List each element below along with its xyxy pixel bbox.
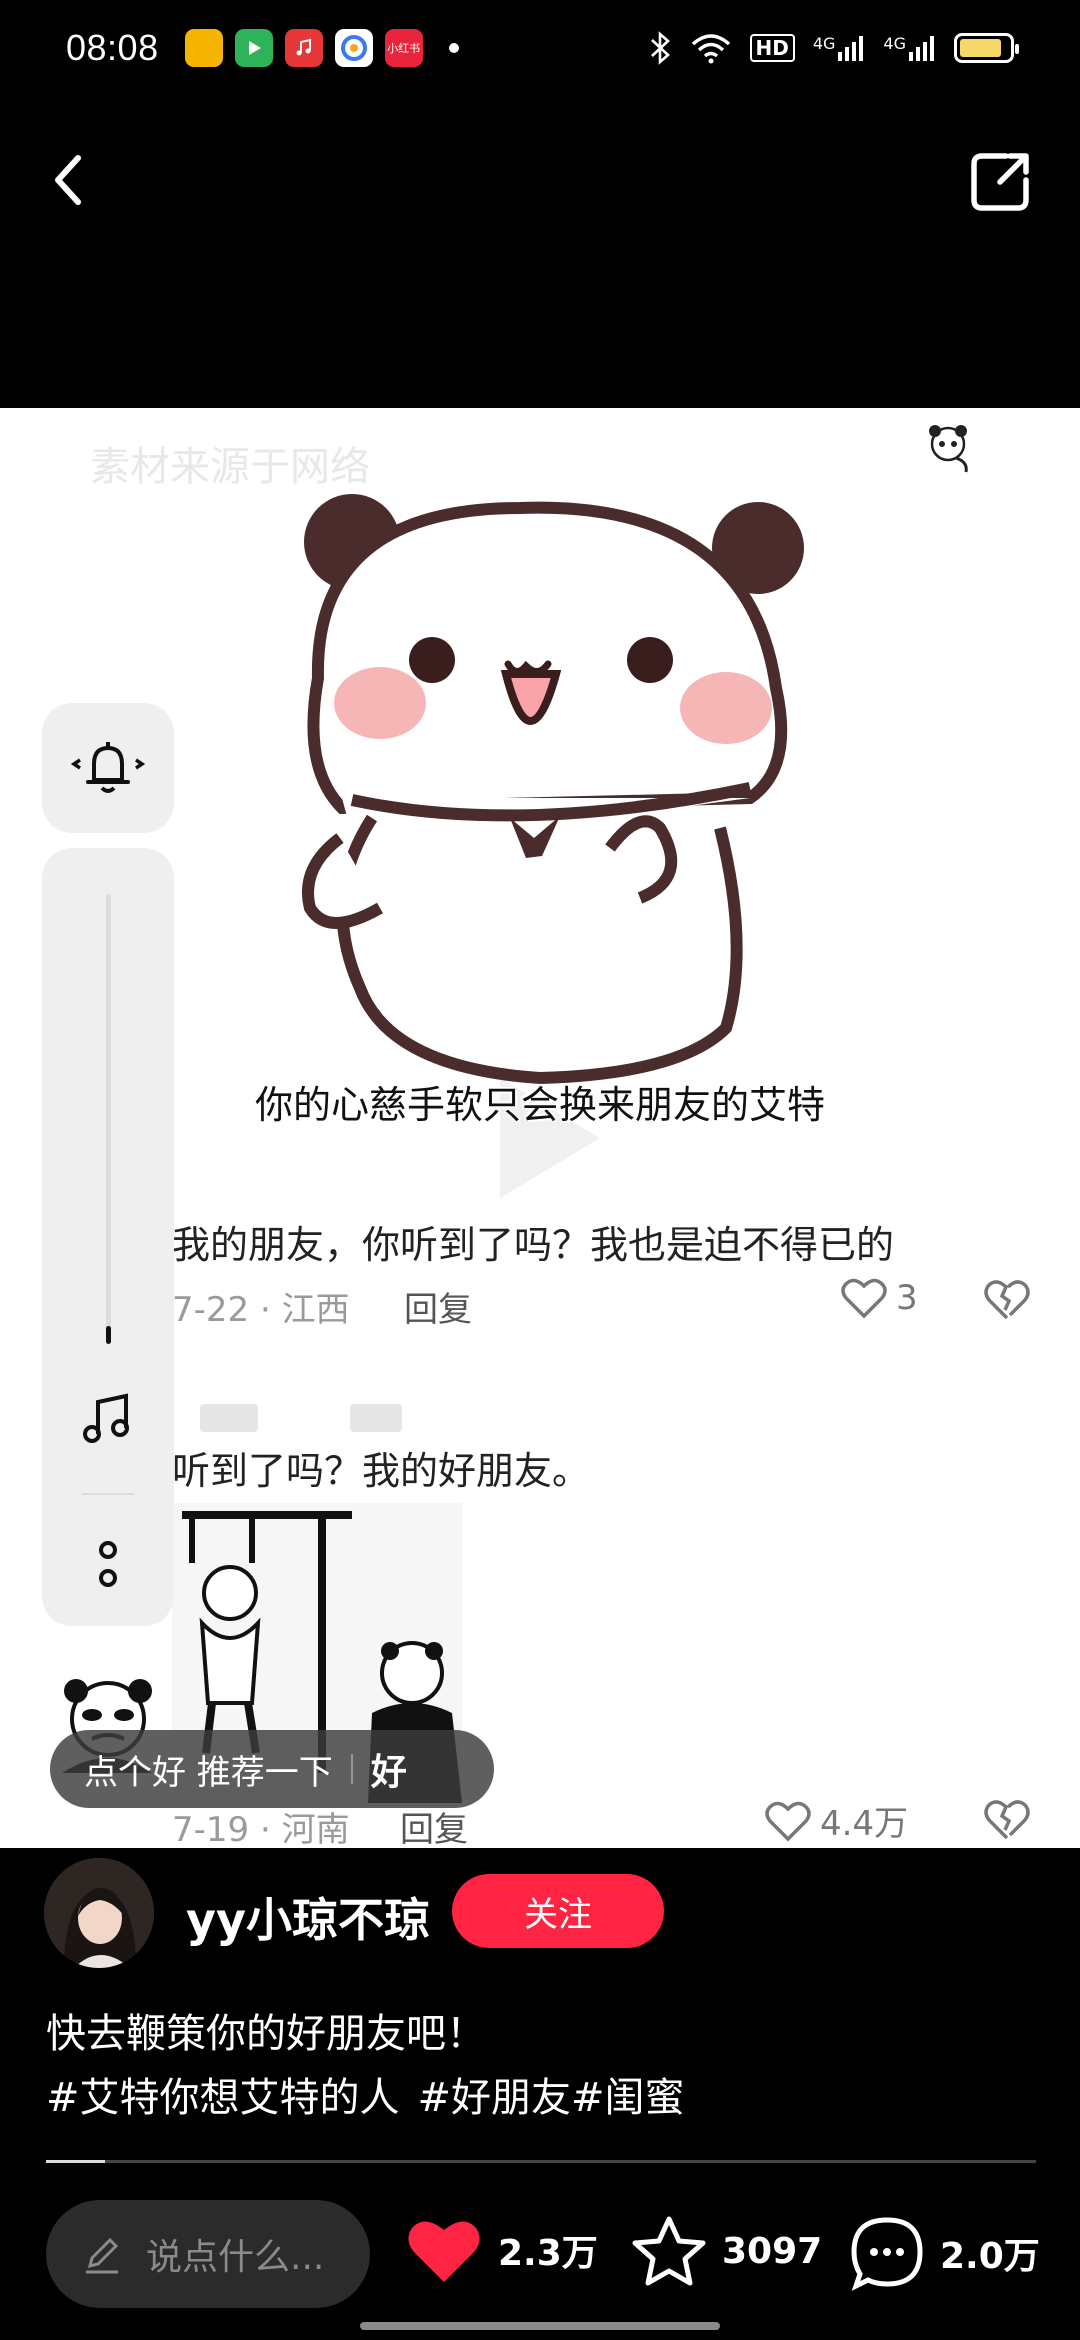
comment-1-meta: 7-22 · 江西	[172, 1290, 350, 1330]
bell-icon	[70, 742, 146, 793]
home-indicator[interactable]	[360, 2322, 720, 2330]
back-arrow-icon[interactable]	[40, 140, 110, 220]
status-indicators: HD 4G 4G	[648, 31, 1019, 65]
comment-bubble-icon	[851, 2217, 923, 2291]
bottom-action-bar: 说点什么... 2.3万 3097 2.0万	[0, 2196, 1080, 2308]
comment-2-text: 听到了吗？我的好朋友。	[172, 1449, 591, 1493]
share-icon[interactable]	[960, 142, 1040, 222]
status-time: 08:08	[66, 27, 159, 68]
status-app-icons: 小红书	[184, 29, 423, 67]
heart-filled-icon	[408, 2221, 480, 2282]
like-button[interactable]: 2.3万	[404, 2214, 598, 2286]
signal-2-icon: 4G	[883, 34, 936, 62]
volume-slider[interactable]	[106, 894, 111, 1344]
xiaohongshu-app-icon: 小红书	[384, 29, 423, 67]
alarm-button[interactable]	[42, 703, 174, 833]
comment-1-text: 我的朋友，你听到了吗？我也是迫不得已的	[172, 1223, 895, 1267]
comment-button[interactable]: 2.0万	[848, 2214, 1040, 2292]
author-name[interactable]: yy小琼不琼	[186, 1884, 430, 1950]
dislike-icon	[984, 1800, 1030, 1840]
panda-sticker-image	[302, 494, 804, 1085]
comment-2-meta: 7-19 · 河南	[172, 1810, 350, 1848]
hashtag[interactable]: #好朋友	[418, 2066, 572, 2130]
pill-divider	[350, 1754, 353, 1784]
video-progress-bar[interactable]	[46, 2160, 1036, 2163]
recommend-label: 点个好 推荐一下	[84, 1752, 333, 1793]
comment-1-reply-button: 回复	[404, 1290, 472, 1330]
wifi-icon	[691, 34, 730, 64]
comment-count: 2.0万	[940, 2236, 1040, 2277]
comment-input[interactable]: 说点什么...	[46, 2200, 370, 2308]
bluetooth-icon	[650, 31, 670, 65]
media-control-panel	[42, 848, 174, 1626]
comment-1-like: 3	[840, 1276, 918, 1320]
like-count: 2.3万	[498, 2233, 598, 2274]
hashtag[interactable]: #艾特你想艾特的人	[46, 2066, 400, 2130]
heart-outline-icon	[841, 1278, 887, 1319]
post-caption: 快去鞭策你的好朋友吧！	[46, 2011, 486, 2057]
post-tags: #艾特你想艾特的人 #好朋友 #闺蜜	[46, 2066, 703, 2130]
pencil-icon	[86, 2237, 119, 2274]
favorite-button[interactable]: 3097	[630, 2214, 822, 2288]
panel-divider	[82, 1493, 134, 1495]
comment-2-like: 4.4万	[764, 1796, 908, 1845]
music-app-icon	[284, 29, 323, 67]
comment-1-like-count: 3	[896, 1278, 918, 1318]
author-bar: yy小琼不琼 关注	[0, 1848, 1080, 1978]
files-app-icon	[184, 29, 223, 67]
music-note-icon[interactable]	[76, 1388, 140, 1452]
comment-input-placeholder: 说点什么...	[146, 2237, 325, 2278]
status-bar: 08:08 小红书 HD 4G 4G	[0, 0, 1080, 96]
more-options-icon[interactable]	[92, 1534, 124, 1594]
recommend-button[interactable]: 点个好 推荐一下 好	[50, 1730, 494, 1808]
hd-badge: HD	[749, 34, 795, 62]
browser-app-icon	[334, 29, 373, 67]
comment-2-reply-button: 回复	[400, 1810, 468, 1848]
battery-icon	[954, 33, 1019, 63]
favorite-count: 3097	[722, 2230, 823, 2272]
top-nav	[0, 120, 1080, 240]
recommend-icon: 好	[370, 1752, 407, 1793]
video-app-icon	[234, 29, 273, 67]
comment-2-author-blurred-2	[350, 1404, 402, 1432]
comment-2-like-count: 4.4万	[820, 1804, 909, 1844]
hashtag[interactable]: #闺蜜	[571, 2066, 685, 2130]
dislike-icon	[984, 1280, 1030, 1320]
heart-outline-icon	[765, 1801, 811, 1841]
signal-1-icon: 4G	[813, 34, 866, 62]
star-outline-icon	[632, 2216, 706, 2286]
follow-button[interactable]: 关注	[452, 1874, 664, 1948]
notification-dot-icon	[448, 43, 459, 53]
comment-2-author-blurred	[200, 1404, 258, 1432]
panda-badge-icon	[929, 425, 968, 473]
avatar[interactable]	[44, 1858, 154, 1968]
